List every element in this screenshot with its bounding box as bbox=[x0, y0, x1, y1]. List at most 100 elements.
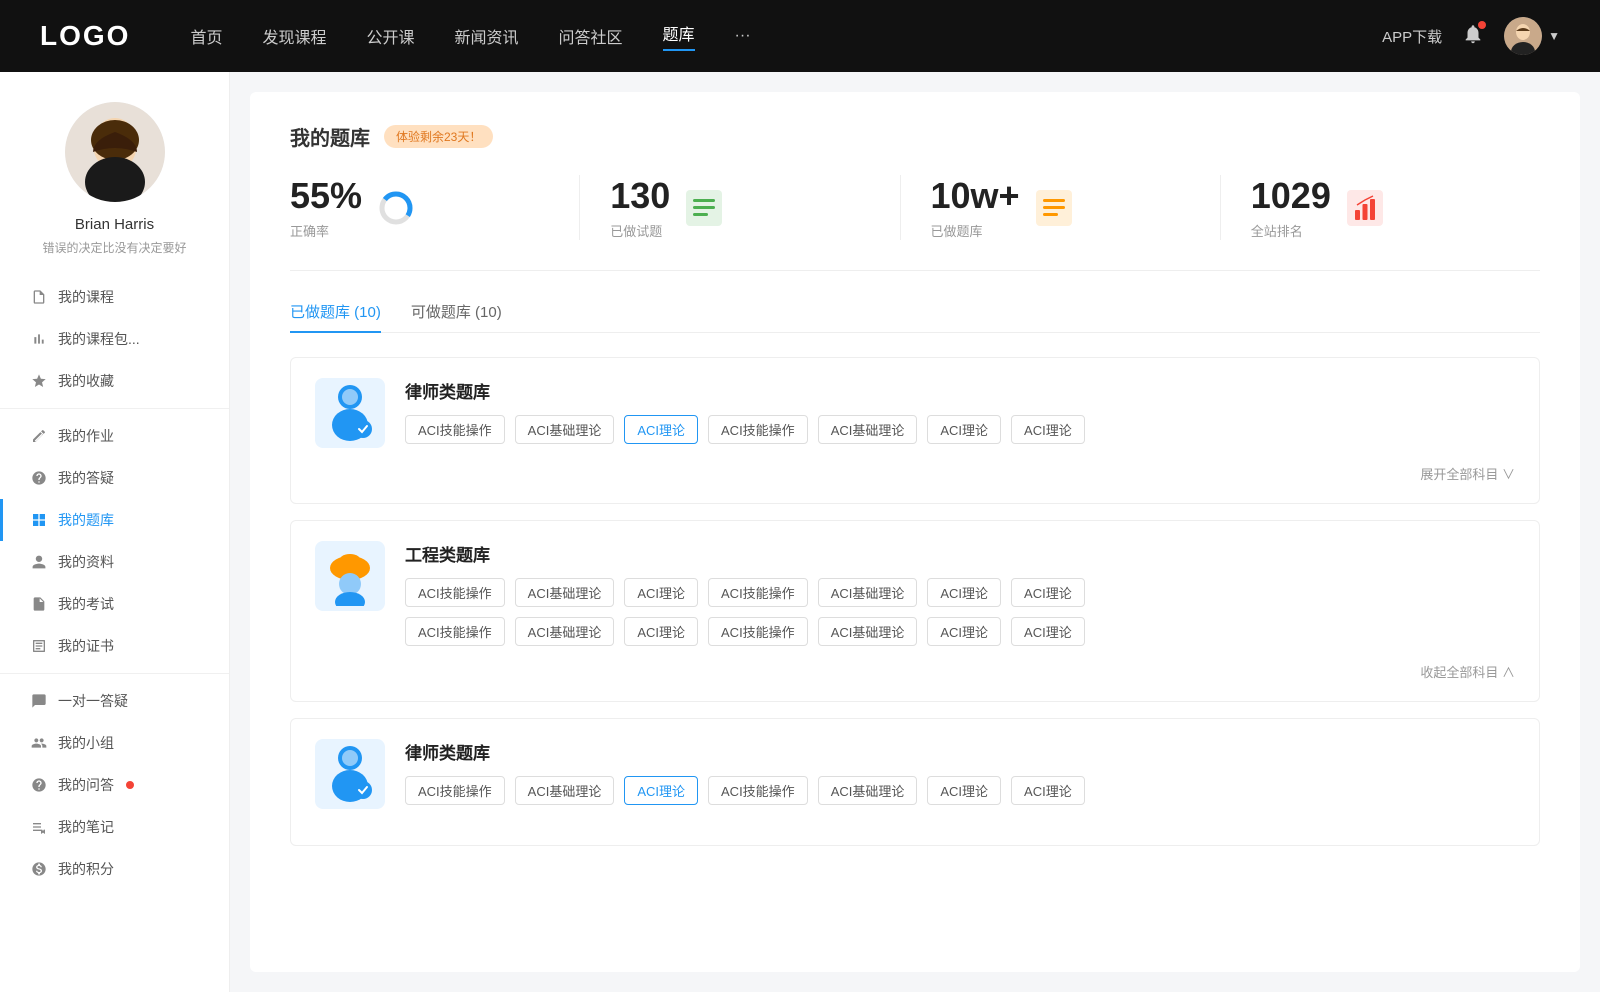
tag-e1-8[interactable]: ACI基础理论 bbox=[515, 617, 615, 646]
sidebar-label-course-package: 我的课程包... bbox=[58, 329, 140, 349]
app-download[interactable]: APP下载 bbox=[1382, 26, 1442, 47]
tag-e1-6[interactable]: ACI理论 bbox=[1011, 578, 1085, 607]
list-orange-icon bbox=[1034, 188, 1074, 228]
tag-l1-3[interactable]: ACI技能操作 bbox=[708, 415, 808, 444]
notification-bell[interactable] bbox=[1462, 23, 1484, 50]
nav-news[interactable]: 新闻资讯 bbox=[455, 24, 519, 48]
sidebar-item-qbank[interactable]: 我的题库 bbox=[0, 499, 229, 541]
nav-qbank[interactable]: 题库 bbox=[663, 21, 695, 51]
tag-e1-2[interactable]: ACI理论 bbox=[624, 578, 698, 607]
sidebar-label-cert: 我的证书 bbox=[58, 636, 114, 656]
tags-row-engineer1-r2: ACI技能操作 ACI基础理论 ACI理论 ACI技能操作 ACI基础理论 AC… bbox=[405, 617, 1515, 646]
qbank-section-lawyer1: 律师类题库 ACI技能操作 ACI基础理论 ACI理论 ACI技能操作 ACI基… bbox=[290, 357, 1540, 504]
tags-row-lawyer1: ACI技能操作 ACI基础理论 ACI理论 ACI技能操作 ACI基础理论 AC… bbox=[405, 415, 1085, 444]
nav-menu: 首页 发现课程 公开课 新闻资讯 问答社区 题库 ··· bbox=[190, 21, 1382, 51]
sidebar-label-exam: 我的考试 bbox=[58, 594, 114, 614]
tag-e1-10[interactable]: ACI技能操作 bbox=[708, 617, 808, 646]
tag-e1-4[interactable]: ACI基础理论 bbox=[818, 578, 918, 607]
tag-e1-5[interactable]: ACI理论 bbox=[927, 578, 1001, 607]
tab-available-banks[interactable]: 可做题库 (10) bbox=[411, 301, 502, 332]
tab-done-banks[interactable]: 已做题库 (10) bbox=[290, 301, 381, 332]
sidebar-item-qa[interactable]: 我的答疑 bbox=[0, 457, 229, 499]
tag-l2-0[interactable]: ACI技能操作 bbox=[405, 776, 505, 805]
tag-l1-5[interactable]: ACI理论 bbox=[927, 415, 1001, 444]
tag-l2-3[interactable]: ACI技能操作 bbox=[708, 776, 808, 805]
content-area: 我的题库 体验剩余23天！ 55% 正确率 bbox=[230, 72, 1600, 992]
divider-2 bbox=[0, 673, 229, 674]
expand-engineer1[interactable]: 收起全部科目 ∧ bbox=[315, 662, 1515, 681]
tag-l2-1[interactable]: ACI基础理论 bbox=[515, 776, 615, 805]
sidebar-label-qbank: 我的题库 bbox=[58, 510, 114, 530]
page-header: 我的题库 体验剩余23天！ bbox=[290, 122, 1540, 151]
tag-e1-11[interactable]: ACI基础理论 bbox=[818, 617, 918, 646]
stat-questions-label: 已做试题 bbox=[610, 221, 670, 240]
tag-l1-6[interactable]: ACI理论 bbox=[1011, 415, 1085, 444]
tags-row-engineer1-r1: ACI技能操作 ACI基础理论 ACI理论 ACI技能操作 ACI基础理论 AC… bbox=[405, 578, 1515, 607]
tag-e1-7[interactable]: ACI技能操作 bbox=[405, 617, 505, 646]
sidebar-item-homework[interactable]: 我的作业 bbox=[0, 415, 229, 457]
nav-open-course[interactable]: 公开课 bbox=[366, 24, 414, 48]
tag-l1-1[interactable]: ACI基础理论 bbox=[515, 415, 615, 444]
qbank-section-engineer1: 工程类题库 ACI技能操作 ACI基础理论 ACI理论 ACI技能操作 ACI基… bbox=[290, 520, 1540, 702]
tag-l1-2[interactable]: ACI理论 bbox=[624, 415, 698, 444]
sidebar-item-favorites[interactable]: 我的收藏 bbox=[0, 360, 229, 402]
sidebar-item-group[interactable]: 我的小组 bbox=[0, 722, 229, 764]
nav-home[interactable]: 首页 bbox=[190, 24, 222, 48]
tag-l1-0[interactable]: ACI技能操作 bbox=[405, 415, 505, 444]
tag-e1-13[interactable]: ACI理论 bbox=[1011, 617, 1085, 646]
nav-discover[interactable]: 发现课程 bbox=[262, 24, 326, 48]
sidebar: Brian Harris 错误的决定比没有决定要好 我的课程 我的课程包... bbox=[0, 72, 230, 992]
sidebar-item-points[interactable]: 我的积分 bbox=[0, 848, 229, 890]
stat-questions-value: 130 bbox=[610, 175, 670, 217]
stat-ranking: 1029 全站排名 bbox=[1221, 175, 1540, 240]
nav-qa[interactable]: 问答社区 bbox=[559, 24, 623, 48]
user-avatar-wrap[interactable]: ▼ bbox=[1504, 17, 1560, 55]
tag-l1-4[interactable]: ACI基础理论 bbox=[818, 415, 918, 444]
sidebar-item-exam[interactable]: 我的考试 bbox=[0, 583, 229, 625]
question-icon bbox=[30, 469, 48, 487]
expand-lawyer1[interactable]: 展开全部科目 ∨ bbox=[315, 464, 1515, 483]
sidebar-item-notes[interactable]: 我的笔记 bbox=[0, 806, 229, 848]
qbank-title-lawyer1: 律师类题库 bbox=[405, 378, 1085, 403]
tag-l2-5[interactable]: ACI理论 bbox=[927, 776, 1001, 805]
sidebar-menu: 我的课程 我的课程包... 我的收藏 bbox=[0, 276, 229, 890]
sidebar-label-points: 我的积分 bbox=[58, 859, 114, 879]
sidebar-label-answers: 我的问答 bbox=[58, 775, 114, 795]
qbank-header-lawyer1: 律师类题库 ACI技能操作 ACI基础理论 ACI理论 ACI技能操作 ACI基… bbox=[315, 378, 1515, 448]
sidebar-item-answers[interactable]: 我的问答 bbox=[0, 764, 229, 806]
sidebar-label-group: 我的小组 bbox=[58, 733, 114, 753]
stat-banks-value-wrap: 10w+ 已做题库 bbox=[931, 175, 1020, 240]
tag-l2-2[interactable]: ACI理论 bbox=[624, 776, 698, 805]
chat-icon bbox=[30, 692, 48, 710]
tags-row-lawyer2: ACI技能操作 ACI基础理论 ACI理论 ACI技能操作 ACI基础理论 AC… bbox=[405, 776, 1085, 805]
sidebar-avatar bbox=[65, 102, 165, 202]
nav-more[interactable]: ··· bbox=[735, 27, 751, 45]
tag-l2-6[interactable]: ACI理论 bbox=[1011, 776, 1085, 805]
engineer-icon bbox=[315, 541, 385, 611]
tag-e1-12[interactable]: ACI理论 bbox=[927, 617, 1001, 646]
cert-icon bbox=[30, 637, 48, 655]
chart-red-icon bbox=[1345, 188, 1385, 228]
stat-accuracy-value-wrap: 55% 正确率 bbox=[290, 175, 362, 240]
topnav: LOGO 首页 发现课程 公开课 新闻资讯 问答社区 题库 ··· APP下载 bbox=[0, 0, 1600, 72]
sidebar-label-favorites: 我的收藏 bbox=[58, 371, 114, 391]
stat-banks: 10w+ 已做题库 bbox=[901, 175, 1221, 240]
sidebar-label-qa: 我的答疑 bbox=[58, 468, 114, 488]
chevron-down-icon: ▼ bbox=[1548, 29, 1560, 43]
sidebar-item-course-package[interactable]: 我的课程包... bbox=[0, 318, 229, 360]
stat-questions-value-wrap: 130 已做试题 bbox=[610, 175, 670, 240]
tabs-row: 已做题库 (10) 可做题库 (10) bbox=[290, 301, 1540, 333]
tag-e1-1[interactable]: ACI基础理论 bbox=[515, 578, 615, 607]
sidebar-item-cert[interactable]: 我的证书 bbox=[0, 625, 229, 667]
tag-e1-9[interactable]: ACI理论 bbox=[624, 617, 698, 646]
sidebar-item-1on1[interactable]: 一对一答疑 bbox=[0, 680, 229, 722]
qa-icon bbox=[30, 776, 48, 794]
tag-e1-0[interactable]: ACI技能操作 bbox=[405, 578, 505, 607]
answer-notification-dot bbox=[126, 781, 134, 789]
sidebar-label-profile: 我的资料 bbox=[58, 552, 114, 572]
sidebar-item-profile[interactable]: 我的资料 bbox=[0, 541, 229, 583]
tag-l2-4[interactable]: ACI基础理论 bbox=[818, 776, 918, 805]
note-icon bbox=[30, 818, 48, 836]
sidebar-item-my-course[interactable]: 我的课程 bbox=[0, 276, 229, 318]
tag-e1-3[interactable]: ACI技能操作 bbox=[708, 578, 808, 607]
